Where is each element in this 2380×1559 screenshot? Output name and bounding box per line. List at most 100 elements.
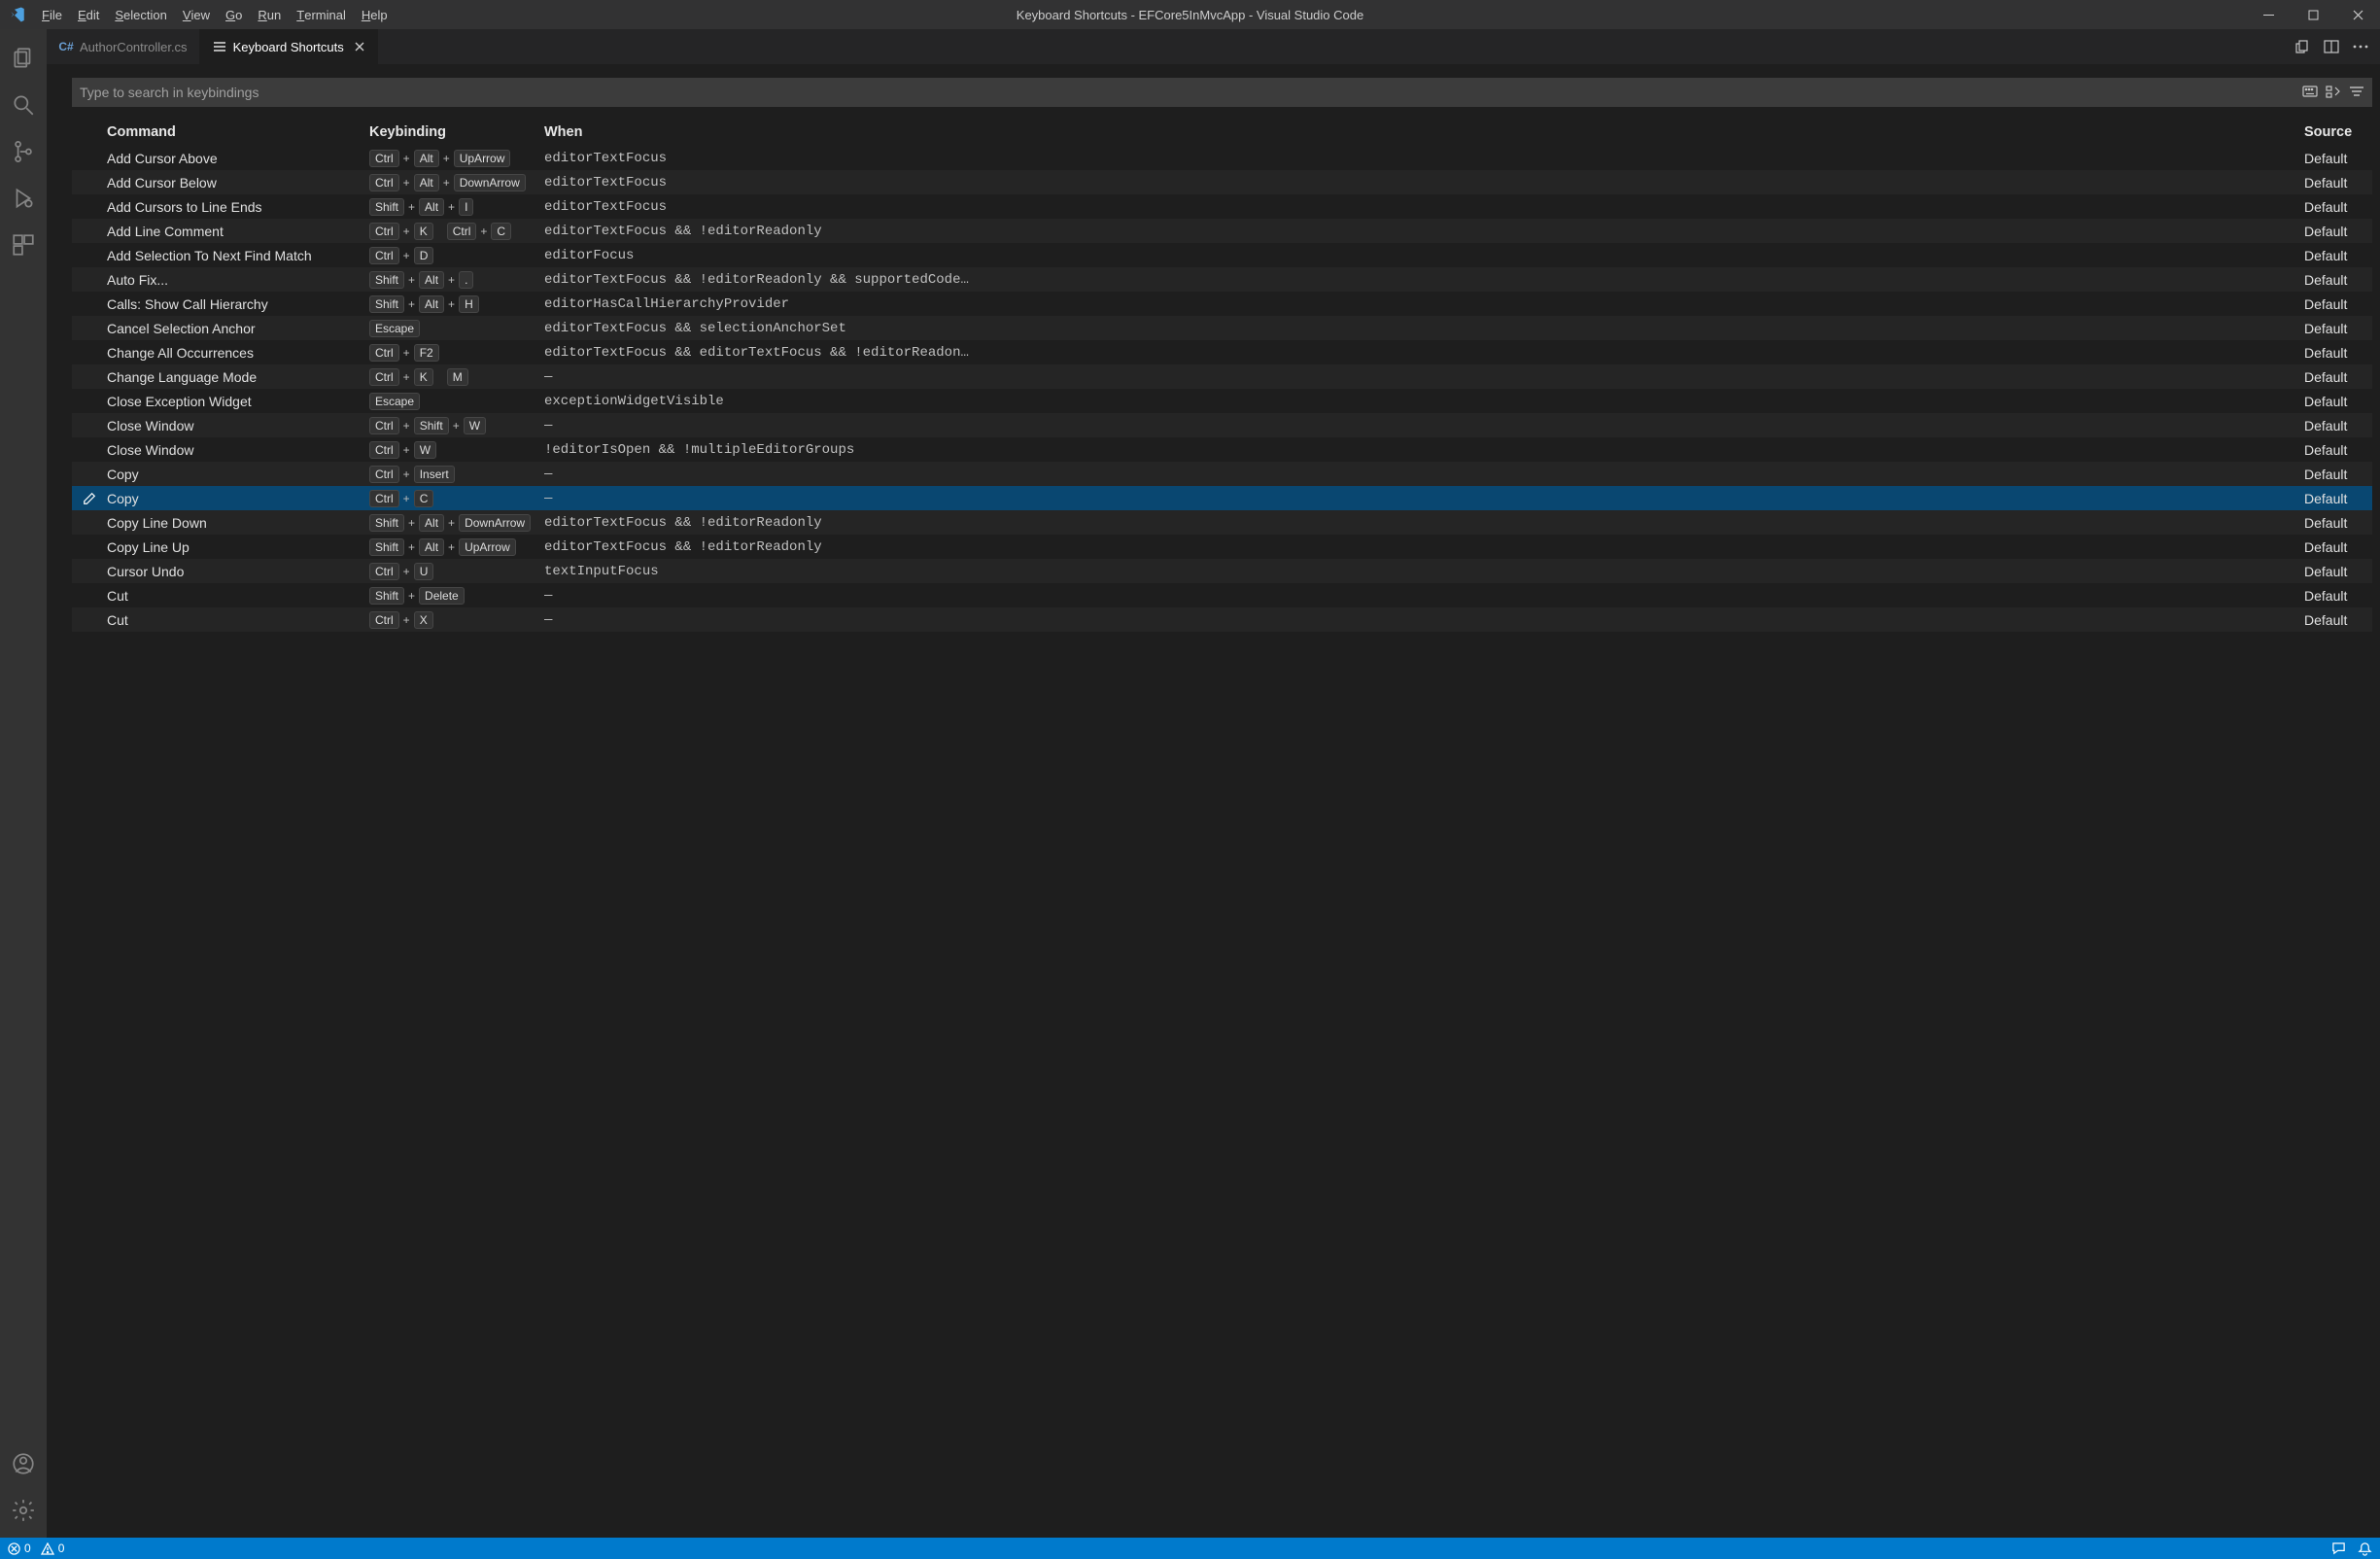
source-cell: Default <box>2304 491 2372 506</box>
source-cell: Default <box>2304 442 2372 458</box>
source-cell: Default <box>2304 612 2372 628</box>
command-cell: Close Window <box>107 418 369 433</box>
maximize-button[interactable] <box>2291 0 2335 29</box>
menu-file[interactable]: File <box>34 0 70 29</box>
table-row[interactable]: Add Cursor AboveCtrl+Alt+UpArroweditorTe… <box>72 146 2372 170</box>
when-cell: !editorIsOpen && !multipleEditorGroups <box>544 442 2304 458</box>
tab[interactable]: C#AuthorController.cs <box>47 29 200 64</box>
tab[interactable]: Keyboard Shortcuts <box>200 29 378 64</box>
column-source[interactable]: Source <box>2304 124 2372 140</box>
source-cell: Default <box>2304 224 2372 239</box>
source-cell: Default <box>2304 345 2372 361</box>
table-row[interactable]: Add Line CommentCtrl+KCtrl+CeditorTextFo… <box>72 219 2372 243</box>
command-cell: Add Cursor Below <box>107 175 369 191</box>
menu-selection[interactable]: Selection <box>107 0 174 29</box>
bell-icon[interactable] <box>2358 1542 2372 1556</box>
menu-help[interactable]: Help <box>354 0 396 29</box>
table-row[interactable]: Calls: Show Call HierarchyShift+Alt+Hedi… <box>72 292 2372 316</box>
menu-terminal[interactable]: Terminal <box>289 0 354 29</box>
edit-icon[interactable] <box>72 492 107 505</box>
menu-go[interactable]: Go <box>218 0 250 29</box>
column-when[interactable]: When <box>544 124 2304 140</box>
source-control-icon[interactable] <box>0 128 47 175</box>
table-row[interactable]: CopyCtrl+Insert—Default <box>72 462 2372 486</box>
feedback-icon[interactable] <box>2331 1542 2346 1556</box>
table-row[interactable]: Close WindowCtrl+Shift+W—Default <box>72 413 2372 437</box>
table-row[interactable]: Close WindowCtrl+W!editorIsOpen && !mult… <box>72 437 2372 462</box>
when-cell: editorTextFocus <box>544 199 2304 215</box>
vscode-logo-icon <box>0 6 34 23</box>
table-row[interactable]: Add Cursors to Line EndsShift+Alt+Iedito… <box>72 194 2372 219</box>
when-cell: editorTextFocus && !editorReadonly <box>544 539 2304 555</box>
table-row[interactable]: Change Language ModeCtrl+KM—Default <box>72 364 2372 389</box>
close-button[interactable] <box>2335 0 2380 29</box>
command-cell: Cut <box>107 588 369 604</box>
table-row[interactable]: Cursor UndoCtrl+UtextInputFocusDefault <box>72 559 2372 583</box>
command-cell: Add Selection To Next Find Match <box>107 248 369 263</box>
source-cell: Default <box>2304 272 2372 288</box>
filter-icon[interactable] <box>2349 86 2364 99</box>
explorer-icon[interactable] <box>0 35 47 82</box>
command-cell: Copy <box>107 467 369 482</box>
extensions-icon[interactable] <box>0 222 47 268</box>
command-cell: Calls: Show Call Hierarchy <box>107 296 369 312</box>
table-row[interactable]: Change All OccurrencesCtrl+F2editorTextF… <box>72 340 2372 364</box>
when-cell: editorTextFocus && editorTextFocus && !e… <box>544 345 2304 361</box>
table-row[interactable]: Cancel Selection AnchorEscapeeditorTextF… <box>72 316 2372 340</box>
command-cell: Close Window <box>107 442 369 458</box>
table-row[interactable]: Copy Line UpShift+Alt+UpArroweditorTextF… <box>72 535 2372 559</box>
run-debug-icon[interactable] <box>0 175 47 222</box>
source-cell: Default <box>2304 248 2372 263</box>
account-icon[interactable] <box>0 1440 47 1487</box>
keybindings-editor: Command Keybinding When Source Add Curso… <box>47 64 2380 1538</box>
table-row[interactable]: CutCtrl+X—Default <box>72 607 2372 632</box>
menu-edit[interactable]: Edit <box>70 0 107 29</box>
when-cell: — <box>544 612 2304 628</box>
menu-view[interactable]: View <box>175 0 218 29</box>
close-icon[interactable] <box>354 41 365 52</box>
source-cell: Default <box>2304 151 2372 166</box>
keybindings-grid: Command Keybinding When Source Add Curso… <box>72 119 2372 1538</box>
search-icon[interactable] <box>0 82 47 128</box>
source-cell: Default <box>2304 564 2372 579</box>
menu-run[interactable]: Run <box>250 0 289 29</box>
table-row[interactable]: Copy Line DownShift+Alt+DownArroweditorT… <box>72 510 2372 535</box>
table-row[interactable]: Close Exception WidgetEscapeexceptionWid… <box>72 389 2372 413</box>
column-command[interactable]: Command <box>107 124 369 140</box>
command-cell: Add Cursor Above <box>107 151 369 166</box>
more-icon[interactable] <box>2353 45 2368 49</box>
split-editor-icon[interactable] <box>2324 39 2339 54</box>
window-controls <box>2246 0 2380 29</box>
sort-precedence-icon[interactable] <box>2326 86 2341 99</box>
record-keys-icon[interactable] <box>2302 86 2318 99</box>
when-cell: — <box>544 418 2304 433</box>
source-cell: Default <box>2304 175 2372 191</box>
source-cell: Default <box>2304 418 2372 433</box>
source-cell: Default <box>2304 321 2372 336</box>
when-cell: textInputFocus <box>544 564 2304 579</box>
command-cell: Copy <box>107 491 369 506</box>
tab-label: Keyboard Shortcuts <box>233 40 344 54</box>
search-input[interactable] <box>80 85 2293 100</box>
csharp-file-icon: C# <box>58 39 74 54</box>
keybinding-cell: Ctrl+Shift+W <box>369 417 544 434</box>
table-row[interactable]: Auto Fix...Shift+Alt+.editorTextFocus &&… <box>72 267 2372 292</box>
gear-icon[interactable] <box>0 1487 47 1534</box>
table-row[interactable]: CutShift+Delete—Default <box>72 583 2372 607</box>
window-title: Keyboard Shortcuts - EFCore5InMvcApp - V… <box>1017 8 1363 22</box>
command-cell: Close Exception Widget <box>107 394 369 409</box>
when-cell: editorTextFocus <box>544 175 2304 191</box>
open-changes-icon[interactable] <box>2294 39 2310 54</box>
table-row[interactable]: CopyCtrl+C—Default <box>72 486 2372 510</box>
table-row[interactable]: Add Selection To Next Find MatchCtrl+Ded… <box>72 243 2372 267</box>
statusbar: 0 0 <box>0 1538 2380 1559</box>
activity-bottom <box>0 1440 47 1534</box>
command-cell: Change All Occurrences <box>107 345 369 361</box>
minimize-button[interactable] <box>2246 0 2291 29</box>
status-warnings[interactable]: 0 <box>41 1542 65 1555</box>
keybinding-cell: Ctrl+U <box>369 563 544 580</box>
column-keybinding[interactable]: Keybinding <box>369 124 544 140</box>
table-row[interactable]: Add Cursor BelowCtrl+Alt+DownArroweditor… <box>72 170 2372 194</box>
tab-actions <box>2283 29 2380 64</box>
status-errors[interactable]: 0 <box>8 1542 31 1555</box>
